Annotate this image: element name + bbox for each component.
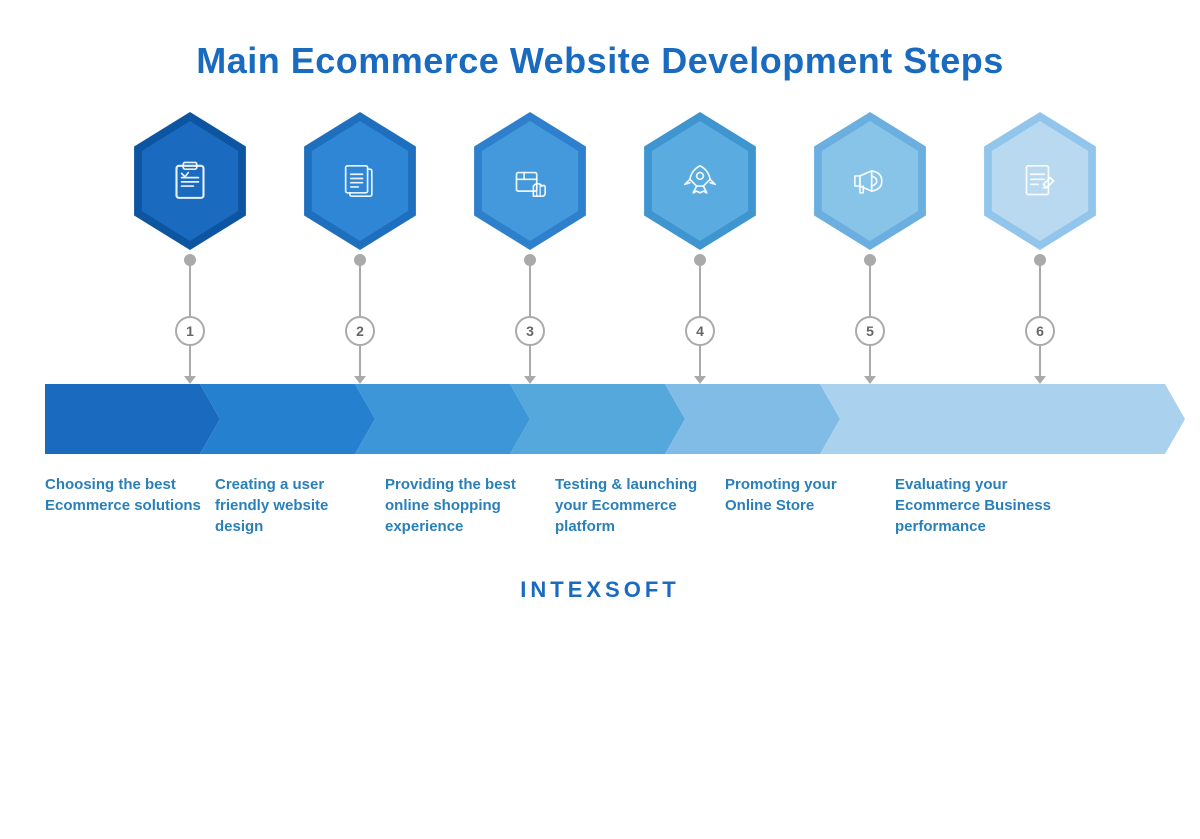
step-column-5: 5	[785, 112, 955, 384]
banner-6	[820, 384, 1185, 454]
step-column-6: 6	[955, 112, 1125, 384]
banner-3	[355, 384, 530, 454]
steps-icons-row: 1	[45, 112, 1185, 384]
banner-5	[665, 384, 840, 454]
step-number-3: 3	[515, 316, 545, 346]
connector-5: 5	[855, 254, 885, 384]
step-desc-3: Providing the best online shopping exper…	[385, 474, 555, 537]
step-number-5: 5	[855, 316, 885, 346]
step-column-4: 4	[615, 112, 785, 384]
step-column-2: 2	[275, 112, 445, 384]
connector-4: 4	[685, 254, 715, 384]
step-number-6: 6	[1025, 316, 1055, 346]
step-column-1: 1	[105, 112, 275, 384]
brand-logo: INTEXSOFT	[520, 577, 679, 603]
step-number-2: 2	[345, 316, 375, 346]
banner-4	[510, 384, 685, 454]
banner-2	[200, 384, 375, 454]
page-title: Main Ecommerce Website Development Steps	[196, 40, 1004, 82]
hex-icon-5	[805, 112, 935, 250]
step-desc-6: Evaluating your Ecommerce Business perfo…	[895, 474, 1065, 537]
step-desc-5: Promoting your Online Store	[725, 474, 895, 537]
connector-3: 3	[515, 254, 545, 384]
connector-6: 6	[1025, 254, 1055, 384]
documents-icon	[333, 154, 387, 208]
document-edit-icon	[1013, 154, 1067, 208]
step-number-4: 4	[685, 316, 715, 346]
hex-icon-2	[295, 112, 425, 250]
banner-1	[45, 384, 220, 454]
descriptions-row: Choosing the best Ecommerce solutions Cr…	[45, 474, 1185, 537]
banner-row	[45, 384, 1185, 454]
brand-area: INTEXSOFT	[520, 577, 679, 633]
hex-icon-6	[975, 112, 1105, 250]
rocket-icon	[673, 154, 727, 208]
hex-icon-4	[635, 112, 765, 250]
step-desc-2: Creating a user friendly website design	[215, 474, 385, 537]
step-column-3: 3	[445, 112, 615, 384]
connector-1: 1	[175, 254, 205, 384]
connector-2: 2	[345, 254, 375, 384]
hex-icon-1	[125, 112, 255, 250]
clipboard-icon	[163, 154, 217, 208]
step-desc-4: Testing & launching your Ecommerce platf…	[555, 474, 725, 537]
step-number-1: 1	[175, 316, 205, 346]
box-icon	[503, 154, 557, 208]
megaphone-icon	[843, 154, 897, 208]
step-desc-1: Choosing the best Ecommerce solutions	[45, 474, 215, 537]
hex-icon-3	[465, 112, 595, 250]
